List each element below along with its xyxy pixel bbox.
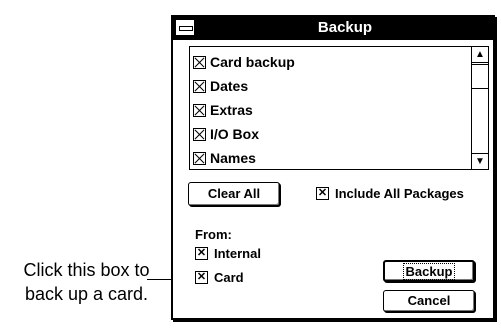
internal-label: Internal — [214, 246, 261, 261]
package-checkbox-icon[interactable] — [193, 103, 206, 117]
package-label: Names — [210, 150, 256, 166]
scroll-thumb[interactable] — [472, 64, 488, 89]
clear-all-button[interactable]: Clear All — [188, 182, 280, 206]
package-label: Card backup — [210, 54, 295, 70]
package-list-item[interactable]: Extras — [193, 98, 468, 122]
include-all-label: Include All Packages — [335, 186, 464, 201]
backup-button[interactable]: Backup — [383, 260, 475, 282]
package-checkbox-icon[interactable] — [193, 55, 206, 69]
callout-line-1: Click this box to — [23, 260, 150, 280]
title-bar[interactable]: Backup — [173, 17, 493, 40]
scroll-down-arrow-icon[interactable]: ▼ — [472, 153, 488, 169]
include-all-packages-checkbox[interactable]: ✕ Include All Packages — [316, 186, 464, 201]
package-list-item[interactable]: Names — [193, 146, 468, 170]
system-menu-icon[interactable] — [175, 19, 195, 36]
scroll-track[interactable] — [472, 89, 488, 153]
callout-text: Click this box to back up a card. — [4, 258, 169, 306]
package-checkbox-icon[interactable] — [193, 79, 206, 93]
package-label: Dates — [210, 78, 249, 94]
backup-button-label: Backup — [402, 263, 456, 280]
window-title: Backup — [317, 19, 373, 36]
from-label: From: — [195, 227, 232, 242]
package-list-item[interactable]: I/O Box — [193, 122, 468, 146]
internal-checkbox[interactable]: ✕ Internal — [195, 246, 261, 261]
card-label: Card — [214, 270, 244, 285]
package-label: Extras — [210, 102, 253, 118]
package-label: I/O Box — [210, 126, 260, 142]
include-all-checkbox-box[interactable]: ✕ — [316, 187, 329, 200]
scroll-up-arrow-icon[interactable]: ▲ — [472, 47, 488, 63]
package-list[interactable]: Card backup Dates Extras I/O Box Names ▲ ▼ — [189, 46, 489, 170]
package-list-items: Card backup Dates Extras I/O Box Names — [193, 50, 468, 170]
package-checkbox-icon[interactable] — [193, 151, 206, 165]
package-list-item[interactable]: Dates — [193, 74, 468, 98]
package-list-item[interactable]: Card backup — [193, 50, 468, 74]
card-checkbox-box[interactable]: ✕ — [195, 271, 208, 284]
package-checkbox-icon[interactable] — [193, 127, 206, 141]
internal-checkbox-box[interactable]: ✕ — [195, 247, 208, 260]
backup-dialog: Backup Card backup Dates Extras I/O Box Name… — [171, 15, 495, 320]
list-scrollbar[interactable]: ▲ ▼ — [471, 47, 488, 169]
callout-line-2: back up a card. — [24, 284, 149, 304]
card-checkbox[interactable]: ✕ Card — [195, 270, 244, 285]
cancel-button[interactable]: Cancel — [383, 290, 475, 312]
